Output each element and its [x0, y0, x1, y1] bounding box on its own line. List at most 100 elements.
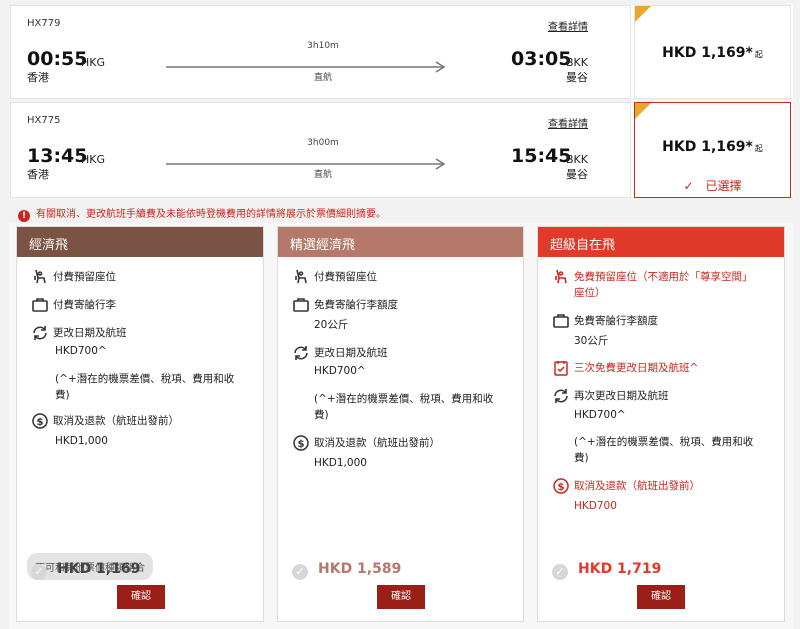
feature-text: 取消及退款（航班出發前）: [53, 415, 179, 427]
feature-text: 取消及退款（航班出發前）: [574, 480, 700, 492]
fare-total: ✓ HKD 1,589: [292, 561, 401, 580]
fare-name: 經濟飛: [17, 227, 263, 257]
feature-text: 付費寄艙行李: [53, 299, 116, 311]
change-note: 費): [55, 389, 70, 401]
view-details-link[interactable]: 查看詳情: [548, 115, 588, 130]
departure-time: 00:55: [27, 48, 88, 70]
feature-text: 付費預留座位: [53, 271, 116, 283]
departure-city: 香港: [27, 168, 49, 181]
feature-text: 再次更改日期及航班: [574, 390, 669, 402]
arrival-time: 03:05: [511, 48, 572, 70]
view-details-link[interactable]: 查看詳情: [548, 18, 588, 33]
baggage-allowance: 30公斤: [574, 335, 609, 347]
svg-text:$: $: [558, 482, 565, 493]
selected-indicator: ✓ 已選擇: [635, 177, 790, 194]
fare-card-super-flexi: 超級自在飛 免費預留座位（不適用於「尊享空間」 座位） 免費寄艙行李額度 30公…: [537, 226, 785, 622]
fee-notice: ! 有關取消、更改航班手續費及未能依時登機費用的詳情將展示於票價細則摘要。: [18, 205, 386, 222]
seat-icon: [295, 269, 307, 284]
check-icon: ✓: [683, 179, 694, 193]
calendar-check-icon: [554, 361, 568, 376]
refund-fee: HKD1,000: [314, 457, 367, 469]
departure-airport-code: HKG: [81, 153, 106, 166]
feature-text: 免費寄艙行李額度: [574, 315, 658, 327]
arrival-airport-code: BKK: [566, 56, 588, 69]
refresh-icon: [33, 326, 47, 340]
flight-number: HX779: [27, 18, 61, 29]
price-value: HKD 1,169*: [662, 139, 753, 155]
svg-text:$: $: [37, 417, 44, 428]
confirm-button[interactable]: 確認: [637, 585, 685, 609]
flight-info: HX779 查看詳情 00:55 HKG 香港 3h10m 直航 03:05 B…: [10, 5, 631, 99]
check-circle-icon: ✓: [292, 564, 308, 580]
change-note: 費): [574, 452, 589, 464]
fare-total: ✓ HKD 1,169: [31, 561, 140, 580]
flight-duration: 3h00m: [307, 138, 339, 148]
fare-total-value: HKD 1,719: [578, 561, 662, 577]
seat-icon: [34, 269, 46, 284]
corner-badge: [635, 6, 651, 22]
change-note: (^+潛在的機票差價、稅項、費用和收: [574, 436, 754, 448]
fare-name: 精選經濟飛: [278, 227, 523, 257]
arrival-city: 曼谷: [566, 71, 588, 84]
dollar-refund-icon: $: [293, 435, 309, 451]
feature-text: 取消及退款（航班出發前）: [314, 437, 440, 449]
flight-price-option-selected[interactable]: HKD 1,169* 起 ✓ 已選擇: [634, 102, 791, 198]
check-circle-icon: ✓: [31, 564, 47, 580]
fare-card-premium-economy: 精選經濟飛 付費預留座位 免費寄艙行李額度 20公斤 更改日期及航班 HKD70…: [277, 226, 524, 622]
price-suffix: 起: [754, 144, 763, 153]
feature-text: 付費預留座位: [314, 271, 377, 283]
dollar-refund-icon: $: [32, 413, 48, 429]
price-suffix: 起: [754, 50, 763, 59]
arrival-airport-code: BKK: [566, 153, 588, 166]
feature-text: 更改日期及航班: [314, 347, 388, 359]
flight-price: HKD 1,169* 起: [635, 45, 790, 61]
feature-text: 免費寄艙行李額度: [314, 299, 398, 311]
price-value: HKD 1,169*: [662, 45, 753, 61]
departure-city: 香港: [27, 71, 49, 84]
fare-total: ✓ HKD 1,719: [552, 561, 661, 580]
flight-row: HX775 查看詳情 13:45 HKG 香港 3h00m 直航 15:45 B…: [10, 102, 793, 198]
confirm-button[interactable]: 確認: [117, 585, 165, 609]
flight-duration: 3h10m: [307, 41, 339, 51]
baggage-allowance: 20公斤: [314, 319, 349, 331]
flight-row: HX779 查看詳情 00:55 HKG 香港 3h10m 直航 03:05 B…: [10, 5, 793, 99]
seat-icon: [555, 269, 567, 284]
stops-label: 直航: [313, 73, 332, 83]
change-fee: HKD700^: [55, 345, 107, 357]
confirm-button[interactable]: 確認: [377, 585, 425, 609]
feature-text-cont: 座位）: [574, 287, 606, 299]
change-note: 費): [314, 409, 329, 421]
refund-fee: HKD700: [574, 500, 617, 512]
check-circle-icon: ✓: [552, 564, 568, 580]
change-note: (^+潛在的機票差價、稅項、費用和收: [314, 393, 494, 405]
stops-label: 直航: [313, 170, 332, 180]
arrival-time: 15:45: [511, 145, 572, 167]
fare-name: 超級自在飛: [538, 227, 784, 257]
flight-number: HX775: [27, 115, 61, 126]
feature-text: 更改日期及航班: [53, 327, 127, 339]
flight-price: HKD 1,169* 起: [635, 139, 790, 155]
corner-badge: [635, 103, 651, 119]
selected-label: 已選擇: [705, 179, 742, 193]
change-fee: HKD700^: [314, 365, 366, 377]
flight-price-option[interactable]: HKD 1,169* 起: [634, 5, 791, 99]
refund-fee: HKD1,000: [55, 435, 108, 447]
arrival-city: 曼谷: [566, 168, 588, 181]
fare-card-economy: 經濟飛 付費預留座位 付費寄艙行李 更改日期及航班 HKD700^ (^+潛在的…: [16, 226, 264, 622]
change-note: (^+潛在的機票差價、稅項、費用和收: [55, 373, 235, 385]
svg-text:$: $: [298, 439, 305, 450]
baggage-icon: [553, 314, 569, 328]
fare-total-value: HKD 1,169: [57, 561, 141, 577]
flight-info: HX775 查看詳情 13:45 HKG 香港 3h00m 直航 15:45 B…: [10, 102, 631, 198]
alert-icon: !: [18, 210, 30, 222]
baggage-icon: [293, 298, 309, 312]
departure-time: 13:45: [27, 145, 88, 167]
change-fee: HKD700^: [574, 409, 626, 421]
fare-total-value: HKD 1,589: [318, 561, 402, 577]
feature-text: 免費預留座位（不適用於「尊享空間」: [574, 271, 753, 283]
refresh-icon: [554, 389, 568, 403]
refresh-icon: [294, 346, 308, 360]
baggage-icon: [32, 298, 48, 312]
fee-notice-text: 有關取消、更改航班手續費及未能依時登機費用的詳情將展示於票價細則摘要。: [36, 209, 386, 220]
departure-airport-code: HKG: [81, 56, 106, 69]
